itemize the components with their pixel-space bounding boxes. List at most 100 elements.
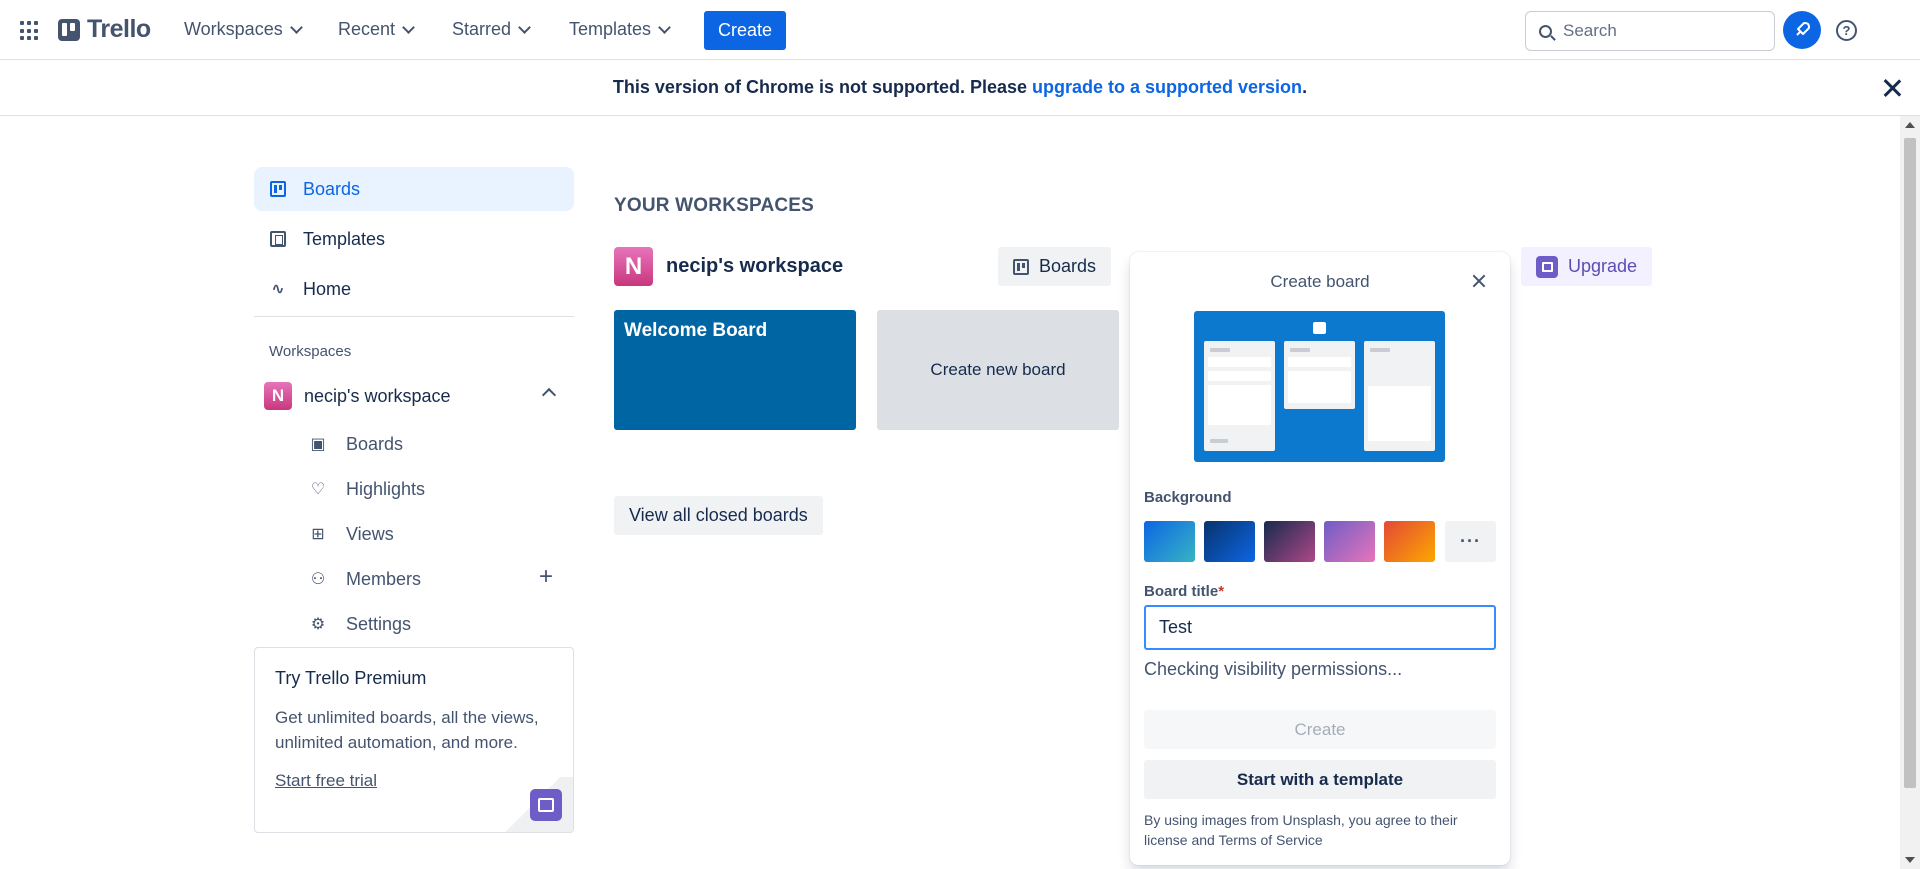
sidebar-sub-boards[interactable]: ▣ Boards: [310, 429, 403, 459]
page-scrollbar[interactable]: [1900, 116, 1920, 869]
board-preview: [1194, 311, 1445, 462]
members-icon: ⚇: [310, 571, 326, 588]
sidebar-sub-members[interactable]: ⚇ Members: [310, 564, 421, 594]
more-backgrounds-button[interactable]: ···: [1445, 521, 1496, 562]
workspace-name: necip's workspace: [666, 255, 844, 277]
rocket-icon[interactable]: [1783, 11, 1821, 49]
board-icon: [270, 181, 286, 197]
nav-templates-label: Templates: [569, 19, 652, 39]
trello-logo[interactable]: Trello: [58, 15, 151, 44]
workspace-avatar: N: [264, 382, 292, 410]
sidebar-item-label: Templates: [303, 228, 386, 249]
banner-text: This version of Chrome is not supported.…: [612, 77, 1033, 97]
premium-card: Try Trello Premium Get unlimited boards,…: [254, 647, 574, 833]
workspace-name: necip's workspace: [304, 385, 451, 406]
nav-templates[interactable]: Templates: [569, 19, 671, 40]
help-icon[interactable]: ?: [1836, 20, 1857, 41]
create-board-submit-button[interactable]: Create: [1144, 710, 1496, 749]
view-closed-boards-button[interactable]: View all closed boards: [614, 496, 823, 535]
preview-list: [1284, 341, 1355, 409]
upgrade-icon: [1536, 255, 1558, 278]
upgrade-browser-link[interactable]: upgrade to a supported version: [1032, 77, 1302, 98]
required-marker: *: [1218, 583, 1225, 600]
chevron-down-icon: [289, 20, 303, 34]
board-tile-welcome[interactable]: Welcome Board: [614, 310, 856, 430]
start-free-trial-link[interactable]: Start free trial: [275, 771, 377, 791]
nav-workspaces[interactable]: Workspaces: [184, 19, 303, 40]
preview-list: [1364, 341, 1435, 451]
board-title-label-text: Board title: [1144, 583, 1219, 600]
preview-list: [1204, 341, 1275, 451]
workspaces-heading: Workspaces: [269, 343, 352, 360]
sidebar-item-label: Boards: [303, 178, 361, 199]
workspace-boards-label: Boards: [1039, 256, 1097, 276]
heart-icon: ♡: [310, 481, 326, 498]
sidebar-item-boards[interactable]: Boards: [254, 167, 574, 211]
background-swatch-purple-night[interactable]: [1264, 521, 1315, 562]
upgrade-label: Upgrade: [1568, 256, 1638, 276]
background-label: Background: [1144, 489, 1232, 506]
scroll-up-arrow-icon[interactable]: [1905, 122, 1915, 128]
chevron-down-icon: [402, 20, 415, 34]
close-icon[interactable]: [1471, 273, 1487, 289]
workspace-avatar: N: [614, 247, 653, 286]
board-icon: ▣: [310, 436, 326, 453]
search-placeholder: Search: [1563, 21, 1617, 40]
board-icon: [1013, 258, 1029, 275]
search-input[interactable]: Search: [1525, 11, 1775, 51]
upgrade-button[interactable]: Upgrade: [1521, 247, 1653, 286]
chevron-down-icon: [658, 20, 671, 34]
create-new-board-tile[interactable]: Create new board: [877, 310, 1119, 430]
unsupported-browser-banner: This version of Chrome is not supported.…: [0, 60, 1920, 116]
background-swatch-dark-blue[interactable]: [1204, 521, 1255, 562]
premium-briefcase-icon: [530, 789, 562, 821]
gear-icon: ⚙: [310, 616, 326, 633]
grid-icon: ⊞: [311, 526, 325, 543]
background-swatch-sunset[interactable]: [1384, 521, 1435, 562]
unsplash-footer: By using images from Unsplash, you agree…: [1144, 812, 1458, 848]
create-board-popover: Create board Background ··· Board title*…: [1130, 252, 1510, 865]
sub-item-label: Settings: [346, 613, 412, 634]
nav-recent[interactable]: Recent: [338, 19, 415, 40]
sub-item-label: Members: [346, 568, 422, 589]
scroll-down-arrow-icon[interactable]: [1905, 857, 1915, 863]
board-title-label: Board title*: [1144, 583, 1224, 600]
app-switcher-icon[interactable]: [20, 21, 40, 41]
nav-starred[interactable]: Starred: [452, 19, 531, 40]
trello-logo-icon: [58, 18, 80, 41]
chevron-down-icon: [518, 20, 531, 34]
trello-logo-icon: [1313, 322, 1326, 334]
top-header: Trello Workspaces Recent Starred Templat…: [0, 0, 1920, 60]
premium-description: Get unlimited boards, all the views, unl…: [275, 708, 539, 752]
pulse-icon: ∿: [271, 281, 285, 298]
sidebar-sub-highlights[interactable]: ♡ Highlights: [310, 474, 425, 504]
close-icon[interactable]: [1881, 77, 1903, 99]
scroll-thumb[interactable]: [1904, 138, 1916, 788]
workspace-header: N necip's workspace: [614, 247, 843, 286]
sidebar-item-label: Home: [303, 278, 352, 299]
workspace-boards-button[interactable]: Boards: [998, 247, 1112, 286]
sidebar-item-home[interactable]: ∿ Home: [254, 267, 574, 311]
nav-workspaces-label: Workspaces: [184, 19, 283, 39]
create-button[interactable]: Create: [704, 11, 786, 50]
start-with-template-button[interactable]: Start with a template: [1144, 760, 1496, 799]
sub-item-label: Boards: [346, 433, 404, 454]
logo-text: Trello: [87, 15, 151, 43]
sidebar-item-templates[interactable]: Templates: [254, 217, 574, 261]
sidebar-sub-views[interactable]: ⊞ Views: [310, 519, 394, 549]
banner-text-end: .: [1302, 77, 1308, 97]
templates-icon: [270, 231, 286, 247]
sub-item-label: Views: [346, 523, 394, 544]
sub-item-label: Highlights: [346, 478, 426, 499]
visibility-status: Checking visibility permissions...: [1144, 659, 1403, 679]
sidebar-sub-settings[interactable]: ⚙ Settings: [310, 609, 411, 639]
popover-title: Create board: [1270, 272, 1370, 291]
board-title-input[interactable]: [1144, 605, 1496, 650]
background-swatch-violet[interactable]: [1324, 521, 1375, 562]
add-member-plus-icon[interactable]: +: [539, 565, 553, 589]
background-swatch-blue-gradient[interactable]: [1144, 521, 1195, 562]
sidebar-divider: [254, 316, 574, 317]
sidebar-workspace[interactable]: N necip's workspace: [264, 381, 574, 411]
nav-starred-label: Starred: [452, 19, 512, 39]
your-workspaces-heading: YOUR WORKSPACES: [614, 195, 815, 216]
